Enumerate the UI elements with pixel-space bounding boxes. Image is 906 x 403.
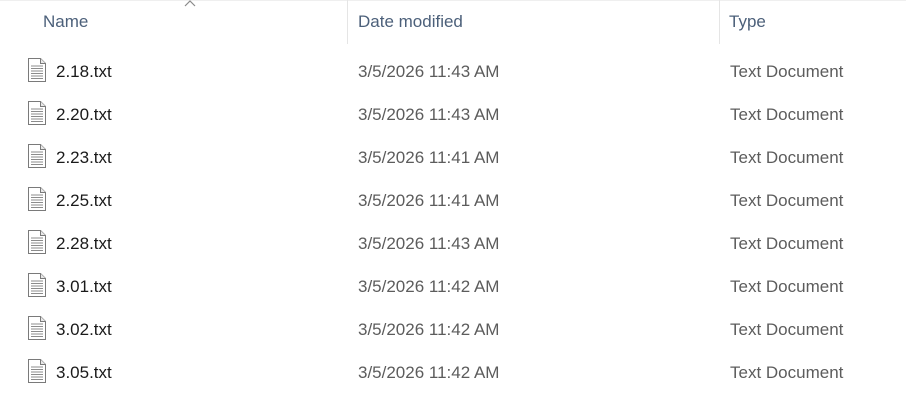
file-row[interactable]: 2.25.txt 3/5/2026 11:41 AM Text Document bbox=[0, 179, 906, 222]
file-list-view: Name Date modified Type 2.18.txt 3/5/2026… bbox=[0, 0, 906, 403]
text-file-icon bbox=[28, 187, 46, 211]
file-type: Text Document bbox=[730, 234, 844, 253]
file-name[interactable]: 3.05.txt bbox=[56, 351, 112, 394]
file-type: Text Document bbox=[730, 148, 844, 167]
file-type: Text Document bbox=[730, 62, 844, 81]
file-type: Text Document bbox=[730, 191, 844, 210]
file-row[interactable]: 2.28.txt 3/5/2026 11:43 AM Text Document bbox=[0, 222, 906, 265]
file-date-modified: 3/5/2026 11:43 AM bbox=[358, 62, 500, 81]
file-date-modified: 3/5/2026 11:41 AM bbox=[358, 191, 500, 210]
file-type: Text Document bbox=[730, 363, 844, 382]
file-row[interactable]: 3.01.txt 3/5/2026 11:42 AM Text Document bbox=[0, 265, 906, 308]
file-name[interactable]: 2.28.txt bbox=[56, 222, 112, 265]
file-name[interactable]: 3.01.txt bbox=[56, 265, 112, 308]
file-date-modified: 3/5/2026 11:42 AM bbox=[358, 363, 500, 382]
column-header-name[interactable]: Name bbox=[0, 0, 347, 44]
file-date-modified: 3/5/2026 11:42 AM bbox=[358, 320, 500, 339]
text-file-icon bbox=[28, 144, 46, 168]
file-row[interactable]: 3.02.txt 3/5/2026 11:42 AM Text Document bbox=[0, 308, 906, 351]
file-date-modified: 3/5/2026 11:43 AM bbox=[358, 234, 500, 253]
file-type: Text Document bbox=[730, 105, 844, 124]
column-header-bar: Name Date modified Type bbox=[0, 0, 906, 44]
file-name[interactable]: 2.20.txt bbox=[56, 93, 112, 136]
file-type: Text Document bbox=[730, 277, 844, 296]
file-date-modified: 3/5/2026 11:42 AM bbox=[358, 277, 500, 296]
file-row[interactable]: 2.23.txt 3/5/2026 11:41 AM Text Document bbox=[0, 136, 906, 179]
file-date-modified: 3/5/2026 11:41 AM bbox=[358, 148, 500, 167]
text-file-icon bbox=[28, 273, 46, 297]
file-rows: 2.18.txt 3/5/2026 11:43 AM Text Document 2.… bbox=[0, 50, 906, 394]
text-file-icon bbox=[28, 58, 46, 82]
file-name[interactable]: 2.18.txt bbox=[56, 50, 112, 93]
file-type: Text Document bbox=[730, 320, 844, 339]
file-row[interactable]: 2.20.txt 3/5/2026 11:43 AM Text Document bbox=[0, 93, 906, 136]
text-file-icon bbox=[28, 359, 46, 383]
file-row[interactable]: 3.05.txt 3/5/2026 11:42 AM Text Document bbox=[0, 351, 906, 394]
text-file-icon bbox=[28, 316, 46, 340]
file-row[interactable]: 2.18.txt 3/5/2026 11:43 AM Text Document bbox=[0, 50, 906, 93]
file-name[interactable]: 2.23.txt bbox=[56, 136, 112, 179]
text-file-icon bbox=[28, 230, 46, 254]
file-name[interactable]: 2.25.txt bbox=[56, 179, 112, 222]
file-name[interactable]: 3.02.txt bbox=[56, 308, 112, 351]
file-date-modified: 3/5/2026 11:43 AM bbox=[358, 105, 500, 124]
column-header-type[interactable]: Type bbox=[719, 0, 906, 44]
text-file-icon bbox=[28, 101, 46, 125]
column-header-date-modified[interactable]: Date modified bbox=[347, 0, 719, 44]
